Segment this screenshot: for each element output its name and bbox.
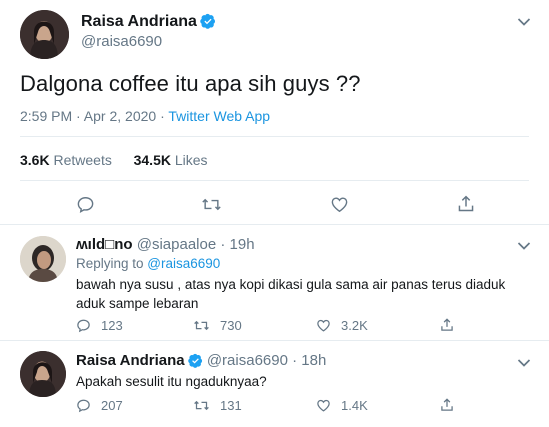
- reply-header: Raisa Andriana @raisa6690 · 18h: [76, 352, 326, 372]
- share-action[interactable]: [440, 397, 464, 413]
- replying-to: Replying to @raisa6690: [76, 256, 220, 271]
- retweet-action[interactable]: 730: [193, 318, 242, 333]
- like-icon[interactable]: [330, 195, 349, 214]
- replying-to-link[interactable]: @raisa6690: [147, 256, 220, 271]
- tweet-timestamp: 2:59 PM · Apr 2, 2020 · Twitter Web App: [20, 108, 270, 124]
- verified-badge-icon: [187, 353, 203, 372]
- chevron-down-icon[interactable]: [517, 238, 531, 256]
- source-link[interactable]: Twitter Web App: [168, 108, 270, 124]
- author-name[interactable]: Raisa Andriana: [81, 13, 216, 34]
- divider: [0, 340, 549, 341]
- reply-handle-time[interactable]: @raisa6690 · 18h: [207, 352, 326, 369]
- reply-action[interactable]: 123: [76, 318, 123, 333]
- verified-badge-icon: [200, 13, 216, 34]
- timestamp-text[interactable]: 2:59 PM · Apr 2, 2020 ·: [20, 108, 168, 124]
- tweet-text: Dalgona coffee itu apa sih guys ??: [20, 71, 361, 96]
- retweets-label: Retweets: [53, 152, 112, 168]
- likes-label: Likes: [174, 152, 208, 168]
- retweets-stat[interactable]: 3.6K Retweets: [20, 152, 112, 168]
- reply-handle-time[interactable]: @siapaaloe · 19h: [137, 236, 255, 253]
- divider: [0, 224, 549, 225]
- reply-avatar[interactable]: [20, 236, 66, 282]
- like-count: 1.4K: [341, 398, 368, 413]
- avatar-image: [20, 351, 66, 397]
- reply-avatar[interactable]: [20, 351, 66, 397]
- share-icon: [441, 318, 453, 331]
- divider: [20, 136, 529, 137]
- likes-stat[interactable]: 34.5K Likes: [134, 152, 208, 168]
- retweet-icon: [194, 320, 209, 331]
- divider: [20, 180, 529, 181]
- share-action[interactable]: [440, 317, 464, 333]
- share-icon[interactable]: [457, 194, 475, 214]
- reply-author-name[interactable]: Raisa Andriana: [76, 352, 185, 369]
- retweet-icon: [194, 400, 209, 411]
- author-handle[interactable]: @raisa6690: [81, 33, 162, 50]
- like-icon: [317, 319, 330, 332]
- like-action[interactable]: 3.2K: [316, 318, 368, 333]
- likes-count: 34.5K: [133, 152, 171, 168]
- reply-header: ʍıld□no @siapaaloe · 19h: [76, 236, 255, 253]
- avatar[interactable]: [20, 10, 69, 59]
- like-count: 3.2K: [341, 318, 368, 333]
- retweet-count: 730: [220, 318, 242, 333]
- reply-author-name[interactable]: ʍıld□no: [76, 236, 133, 253]
- tweet-stats: 3.6K Retweets 34.5K Likes: [20, 152, 208, 168]
- avatar-image: [20, 236, 66, 282]
- reply-action[interactable]: 207: [76, 398, 123, 413]
- reply-text: Apakah sesulit itu ngaduknyaa?: [76, 374, 267, 389]
- author-name-text[interactable]: Raisa Andriana: [81, 13, 197, 30]
- avatar-image: [20, 10, 69, 59]
- retweet-action[interactable]: 131: [193, 398, 242, 413]
- reply-icon[interactable]: [76, 195, 95, 214]
- retweet-icon[interactable]: [201, 195, 222, 214]
- retweets-count: 3.6K: [20, 152, 50, 168]
- reply-text: bawah nya susu , atas nya kopi dikasi gu…: [76, 277, 506, 311]
- reply-icon: [77, 319, 90, 333]
- retweet-count: 131: [220, 398, 242, 413]
- chevron-down-icon[interactable]: [517, 355, 531, 373]
- chevron-down-icon[interactable]: [517, 14, 531, 32]
- like-icon: [317, 399, 330, 412]
- replying-to-label: Replying to: [76, 256, 148, 271]
- reply-count: 207: [101, 398, 123, 413]
- reply-count: 123: [101, 318, 123, 333]
- share-icon: [441, 398, 453, 411]
- reply-icon: [77, 399, 90, 413]
- like-action[interactable]: 1.4K: [316, 398, 368, 413]
